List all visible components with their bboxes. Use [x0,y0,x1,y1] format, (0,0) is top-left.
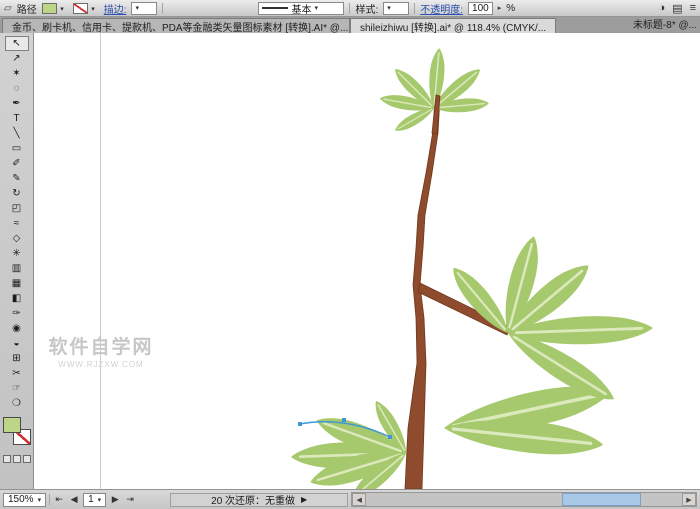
scrollbar-thumb[interactable] [562,493,641,506]
fill-stroke-control [2,417,32,451]
document-tab[interactable]: shileizhiwu [转换].ai* @ 118.4% (CMYK/... [350,18,556,33]
warp-tool[interactable]: ≈ [5,216,29,231]
panel-menu-icon[interactable]: ≡ [690,2,696,14]
live-paint-bucket-tool[interactable]: ◒ [5,336,29,351]
mesh-tool[interactable]: ▦ [5,276,29,291]
watermark-title: 软件自学网 [36,332,166,359]
divider [49,494,50,505]
document-tab[interactable]: 金币、刷卡机、信用卡、提款机、PDA等金融类矢量图标素材 [转换].AI* @.… [2,18,350,33]
gradient-mode-button[interactable] [13,455,21,463]
brush-stroke-preview [262,7,288,9]
line-segment-tool[interactable]: ╲ [5,126,29,141]
crop-area-tool[interactable]: ⊞ [5,351,29,366]
artboard-canvas[interactable]: 软件自学网 WWW.RJZXW.COM [34,33,700,489]
tools-panel: ↖↗✶◌✒T╲▭✐✎↻◰≈◇✳▥▦◧✑◉◒⊞✂☞❍ [0,33,34,489]
scrollbar-track[interactable] [366,493,682,506]
status-flyout-arrow-icon[interactable]: ▶ [301,495,307,504]
lasso-tool[interactable]: ◌ [5,81,29,96]
scroll-right-arrow-icon[interactable]: ▶ [682,493,696,506]
color-mode-button[interactable] [3,455,11,463]
control-bar: ▱ 路径 ▾ ▾ 描边: ▾ 基本 ▾ 样式: ▾ 不透明度: 100 ▸ % … [0,0,700,17]
object-type-label: 路径 [17,1,37,16]
zoom-tool[interactable]: ❍ [5,396,29,411]
direct-selection-tool[interactable]: ↗ [5,51,29,66]
symbol-sprayer-tool[interactable]: ✳ [5,246,29,261]
divider [414,3,415,14]
slice-tool[interactable]: ✂ [5,366,29,381]
opacity-unit-label: % [506,3,515,14]
type-tool[interactable]: T [5,111,29,126]
toolbar-fill-swatch[interactable] [3,417,21,433]
chevron-down-icon: ▾ [38,496,42,504]
chevron-down-icon: ▾ [91,5,95,13]
zoom-level-value: 150% [8,494,34,505]
gradient-tool[interactable]: ◧ [5,291,29,306]
chevron-down-icon: ▾ [387,4,391,12]
column-graph-tool[interactable]: ▥ [5,261,29,276]
divider [349,3,350,14]
stroke-panel-link[interactable]: 描边: [104,1,127,16]
blend-tool[interactable]: ◉ [5,321,29,336]
selection-tool[interactable]: ↖ [5,36,29,51]
brush-definition-value: 基本 [291,1,311,16]
anchor-point [298,422,302,426]
last-artboard-button[interactable]: ⇥ [124,494,136,505]
rectangle-tool[interactable]: ▭ [5,141,29,156]
hand-tool[interactable]: ☞ [5,381,29,396]
chevron-down-icon: ▾ [60,5,64,13]
opacity-panel-link[interactable]: 不透明度: [420,1,463,16]
stroke-color-swatch[interactable]: ▾ [73,3,88,14]
chevron-down-icon: ▾ [314,4,318,12]
brush-definition-select[interactable]: 基本 ▾ [258,2,344,15]
scale-tool[interactable]: ◰ [5,201,29,216]
pen-tool[interactable]: ✒ [5,96,29,111]
first-artboard-button[interactable]: ⇤ [53,494,65,505]
tools-list: ↖↗✶◌✒T╲▭✐✎↻◰≈◇✳▥▦◧✑◉◒⊞✂☞❍ [0,36,33,411]
status-display: 20 次还原：无重做 ▶ [170,493,348,507]
status-bar: 150% ▾ ⇤ ◀ 1 ▾ ▶ ⇥ 20 次还原：无重做 ▶ ◀ ▶ [0,489,700,509]
watermark: 软件自学网 WWW.RJZXW.COM [36,332,166,369]
paintbrush-tool[interactable]: ✐ [5,156,29,171]
eyedropper-tool[interactable]: ✑ [5,306,29,321]
fill-color-swatch[interactable]: ▾ [42,3,57,14]
pencil-tool[interactable]: ✎ [5,171,29,186]
recolor-artwork-icon[interactable]: ◑ [659,2,666,14]
chevron-down-icon: ▾ [98,496,102,504]
chevron-down-icon: ▾ [135,4,139,12]
none-mode-button[interactable] [23,455,31,463]
previous-artboard-button[interactable]: ◀ [68,494,80,505]
plant-artwork[interactable] [34,33,700,489]
style-label: 样式: [355,1,378,16]
status-text: 20 次还原：无重做 [211,492,295,507]
next-artboard-button[interactable]: ▶ [109,494,121,505]
opacity-slider-arrow-icon[interactable]: ▸ [498,4,502,12]
watermark-url: WWW.RJZXW.COM [36,360,166,369]
anchor-point [342,418,346,422]
illustrator-window: ▱ 路径 ▾ ▾ 描边: ▾ 基本 ▾ 样式: ▾ 不透明度: 100 ▸ % … [0,0,700,509]
magic-wand-tool[interactable]: ✶ [5,66,29,81]
path-object-icon: ▱ [4,3,12,14]
artboard-number-value: 1 [88,494,94,505]
tabs-container: 金币、刷卡机、信用卡、提款机、PDA等金融类矢量图标素材 [转换].AI* @.… [2,18,556,33]
horizontal-scrollbar[interactable]: ◀ ▶ [351,492,697,507]
anchor-point [388,435,392,439]
rotate-tool[interactable]: ↻ [5,186,29,201]
style-select[interactable]: ▾ [383,2,409,15]
stroke-width-select[interactable]: ▾ [131,2,157,15]
align-panel-icon[interactable]: ▤ [672,2,682,15]
zoom-level-select[interactable]: 150% ▾ [3,493,46,507]
artboard-number-select[interactable]: 1 ▾ [83,493,106,507]
right-leaf-cluster[interactable] [445,233,653,410]
bottom-left-leaf-cluster[interactable] [291,397,413,489]
free-transform-tool[interactable]: ◇ [5,231,29,246]
document-tab-bar: 金币、刷卡机、信用卡、提款机、PDA等金融类矢量图标素材 [转换].AI* @.… [0,17,700,33]
background-window-tab[interactable]: 未标题-8* @... [633,16,697,31]
divider [162,3,163,14]
opacity-input[interactable]: 100 [468,2,493,15]
scroll-left-arrow-icon[interactable]: ◀ [352,493,366,506]
